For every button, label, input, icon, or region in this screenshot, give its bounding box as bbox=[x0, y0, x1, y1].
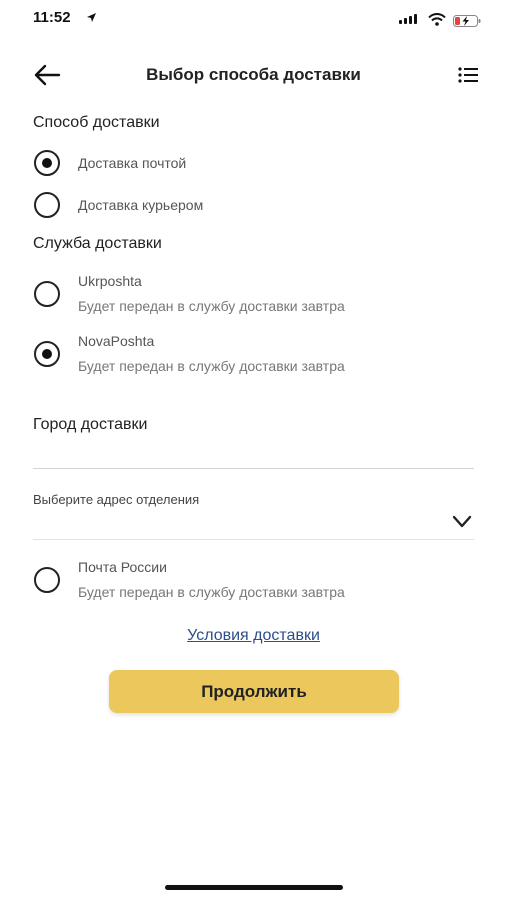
delivery-service-title: Служба доставки bbox=[33, 235, 162, 252]
radio-ukrposhta[interactable] bbox=[34, 281, 60, 307]
option-name-ukrposhta[interactable]: Ukrposhta bbox=[78, 273, 142, 289]
option-label-delivery-courier[interactable]: Доставка курьером bbox=[78, 197, 203, 213]
radio-novaposhta[interactable] bbox=[34, 341, 60, 367]
home-indicator[interactable] bbox=[165, 885, 343, 890]
branch-select-label: Выберите адрес отделения bbox=[33, 492, 200, 507]
battery-charging-icon bbox=[453, 15, 481, 27]
wifi-icon bbox=[428, 13, 446, 26]
option-note-pochta-rossii: Будет передан в службу доставки завтра bbox=[78, 584, 345, 600]
option-label-delivery-mail[interactable]: Доставка почтой bbox=[78, 155, 186, 171]
cellular-signal-icon bbox=[399, 14, 417, 24]
delivery-terms-link[interactable]: Условия доставки bbox=[0, 627, 507, 645]
option-note-ukrposhta: Будет передан в службу доставки завтра bbox=[78, 298, 345, 314]
status-time: 11:52 bbox=[33, 9, 71, 26]
list-menu-icon[interactable] bbox=[458, 66, 478, 84]
radio-delivery-courier[interactable] bbox=[34, 192, 60, 218]
continue-button[interactable]: Продолжить bbox=[109, 670, 399, 713]
radio-pochta-rossii[interactable] bbox=[34, 567, 60, 593]
location-arrow-icon bbox=[87, 13, 96, 22]
city-input[interactable] bbox=[33, 448, 474, 469]
chevron-down-icon[interactable] bbox=[452, 515, 472, 529]
branch-select[interactable]: Выберите адрес отделения bbox=[33, 489, 474, 540]
city-title: Город доставки bbox=[33, 416, 148, 433]
delivery-method-title: Способ доставки bbox=[33, 114, 160, 131]
radio-delivery-mail[interactable] bbox=[34, 150, 60, 176]
page-title: Выбор способа доставки bbox=[146, 65, 361, 84]
option-name-novaposhta[interactable]: NovaPoshta bbox=[78, 333, 154, 349]
option-note-novaposhta: Будет передан в службу доставки завтра bbox=[78, 358, 345, 374]
option-name-pochta-rossii[interactable]: Почта России bbox=[78, 559, 167, 575]
